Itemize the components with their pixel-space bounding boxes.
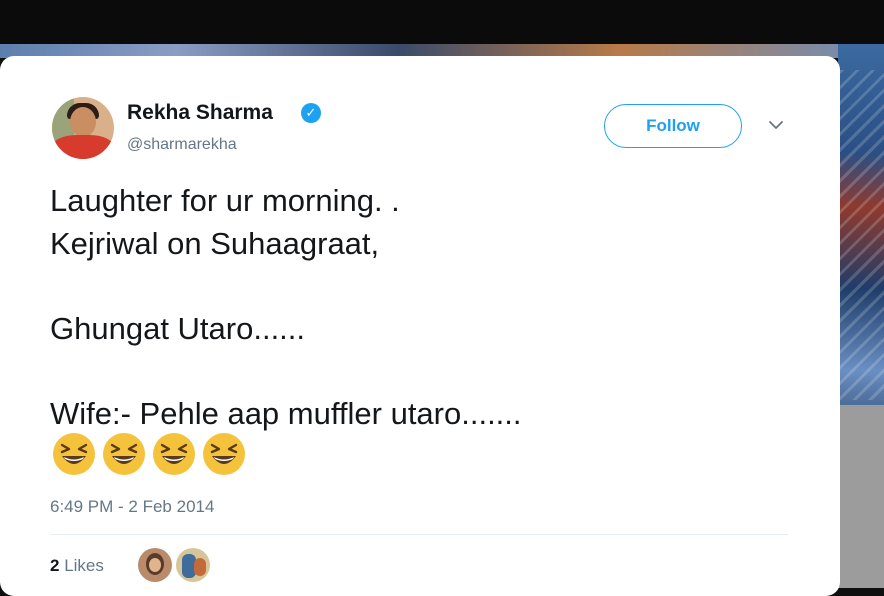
- tweet-text-line: Kejriwal on Suhaagraat,: [50, 226, 380, 261]
- likes-label: Likes: [64, 556, 104, 575]
- author-handle[interactable]: @sharmarekha: [127, 136, 237, 154]
- likes-count[interactable]: 2 Likes: [50, 556, 104, 576]
- background-pattern: [840, 70, 884, 400]
- liker-avatar[interactable]: [138, 548, 172, 582]
- tweet-text-line: Wife:- Pehle aap muffler utaro.......: [50, 396, 522, 431]
- tweet-text-line: Ghungat Utaro......: [50, 311, 306, 346]
- laughing-face-icon: [203, 433, 245, 475]
- author-name[interactable]: Rekha Sharma: [127, 101, 273, 125]
- verified-badge-icon: ✓: [301, 103, 321, 123]
- likes-number: 2: [50, 556, 60, 575]
- chevron-down-icon[interactable]: [768, 118, 784, 132]
- tweet-timestamp[interactable]: 6:49 PM - 2 Feb 2014: [50, 497, 214, 517]
- laughing-face-icon: [153, 433, 195, 475]
- tweet-text-line: Laughter for ur morning. .: [50, 183, 400, 218]
- avatar[interactable]: [52, 97, 114, 159]
- follow-button[interactable]: Follow: [604, 104, 742, 148]
- laughing-face-icon: [53, 433, 95, 475]
- background-overlay: [838, 405, 884, 588]
- top-bar: [0, 0, 884, 44]
- divider: [50, 534, 788, 535]
- liker-avatar[interactable]: [176, 548, 210, 582]
- laughing-face-icon: [103, 433, 145, 475]
